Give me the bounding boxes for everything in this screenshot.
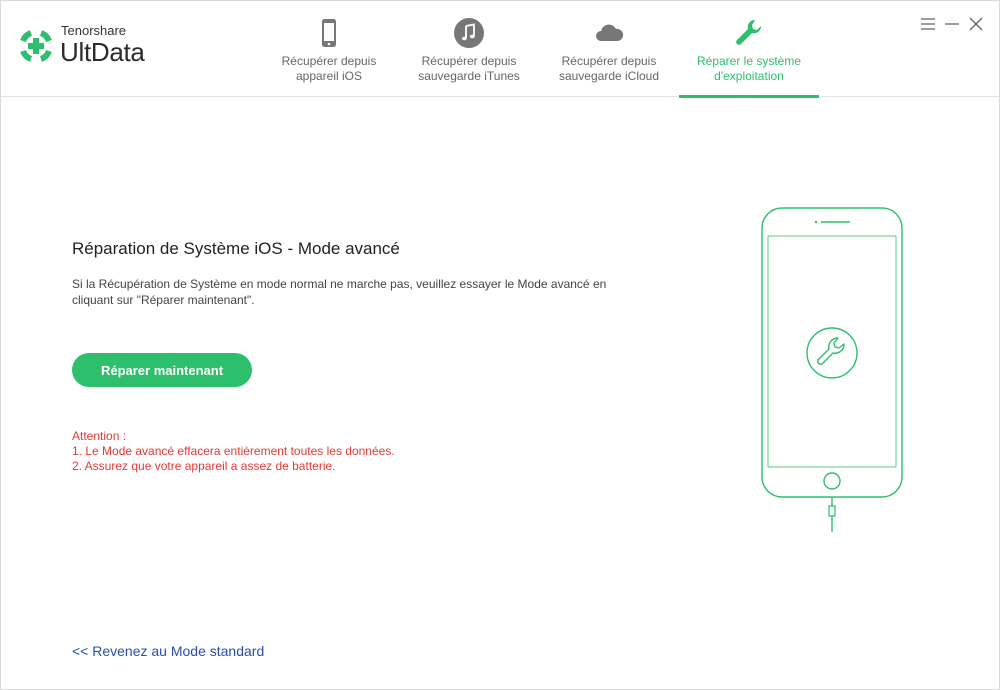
minimize-icon	[945, 23, 959, 25]
repair-wrench-icon	[806, 327, 858, 379]
tab-recover-itunes-backup[interactable]: Récupérer depuis sauvegarde iTunes	[399, 1, 539, 97]
menu-button[interactable]	[919, 15, 937, 33]
minimize-button[interactable]	[943, 15, 961, 33]
tab-label: Récupérer depuis sauvegarde iTunes	[418, 54, 520, 83]
music-note-icon	[454, 18, 484, 48]
tab-recover-ios-device[interactable]: Récupérer depuis appareil iOS	[259, 1, 399, 97]
iphone-illustration	[761, 207, 903, 532]
tab-label: Récupérer depuis sauvegarde iCloud	[558, 54, 660, 83]
brand-product: UltData	[60, 37, 145, 67]
wrench-icon	[736, 19, 762, 45]
ultdata-logo-icon	[20, 30, 52, 62]
repair-now-button[interactable]: Réparer maintenant	[72, 353, 252, 387]
description-text: Si la Récupération de Système en mode no…	[72, 277, 607, 307]
menu-icon	[921, 18, 935, 30]
header: Tenorshare UltData Récupérer depuis appa…	[1, 1, 999, 98]
attention-line-2: 2. Assurez que votre appareil a assez de…	[72, 459, 336, 473]
window-controls	[919, 15, 985, 33]
tab-label: Réparer le système d'exploitation	[696, 54, 802, 83]
tab-label: Récupérer depuis appareil iOS	[281, 54, 377, 83]
app-window: Tenorshare UltData Récupérer depuis appa…	[0, 0, 1000, 690]
tab-recover-icloud-backup[interactable]: Récupérer depuis sauvegarde iCloud	[539, 1, 679, 97]
tab-repair-os[interactable]: Réparer le système d'exploitation	[679, 1, 819, 98]
back-to-standard-mode-link[interactable]: << Revenez au Mode standard	[72, 643, 264, 659]
main-tabs: Récupérer depuis appareil iOS Récupérer …	[259, 1, 819, 98]
attention-heading: Attention :	[72, 429, 127, 443]
cloud-icon	[596, 24, 624, 41]
attention-notice: Attention : 1. Le Mode avancé effacera e…	[72, 429, 395, 474]
attention-line-1: 1. Le Mode avancé effacera entièrement t…	[72, 444, 395, 458]
page-title: Réparation de Système iOS - Mode avancé	[72, 239, 400, 258]
close-icon	[969, 17, 983, 31]
phone-icon	[322, 19, 336, 47]
close-button[interactable]	[967, 15, 985, 33]
brand-company: Tenorshare	[61, 23, 127, 38]
